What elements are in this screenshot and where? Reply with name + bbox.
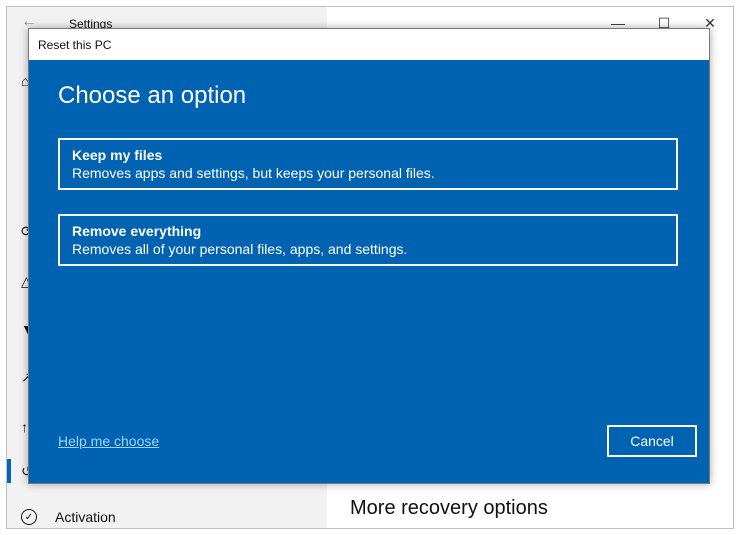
dialog-heading: Choose an option [58, 82, 247, 109]
sidebar-item-label: Activation [55, 509, 116, 525]
activation-icon: ✓ [21, 509, 37, 525]
dialog-titlebar: Reset this PC [29, 29, 709, 60]
dialog-title: Reset this PC [38, 38, 112, 52]
selected-indicator [7, 459, 11, 483]
remove-everything-option[interactable]: Remove everything Removes all of your pe… [58, 214, 678, 266]
option-description: Removes apps and settings, but keeps you… [72, 165, 435, 181]
keep-my-files-option[interactable]: Keep my files Removes apps and settings,… [58, 138, 678, 190]
option-description: Removes all of your personal files, apps… [72, 241, 408, 257]
dialog-body: Choose an option Keep my files Removes a… [29, 60, 709, 483]
backup-icon[interactable]: ↑ [21, 419, 28, 435]
option-title: Keep my files [72, 147, 163, 163]
reset-pc-dialog: Reset this PC Choose an option Keep my f… [28, 28, 710, 484]
cancel-button[interactable]: Cancel [607, 425, 697, 457]
option-title: Remove everything [72, 223, 202, 239]
more-recovery-heading: More recovery options [350, 497, 548, 519]
sidebar-item-activation[interactable]: ✓ Activation [21, 509, 116, 525]
help-me-choose-link[interactable]: Help me choose [58, 433, 159, 449]
